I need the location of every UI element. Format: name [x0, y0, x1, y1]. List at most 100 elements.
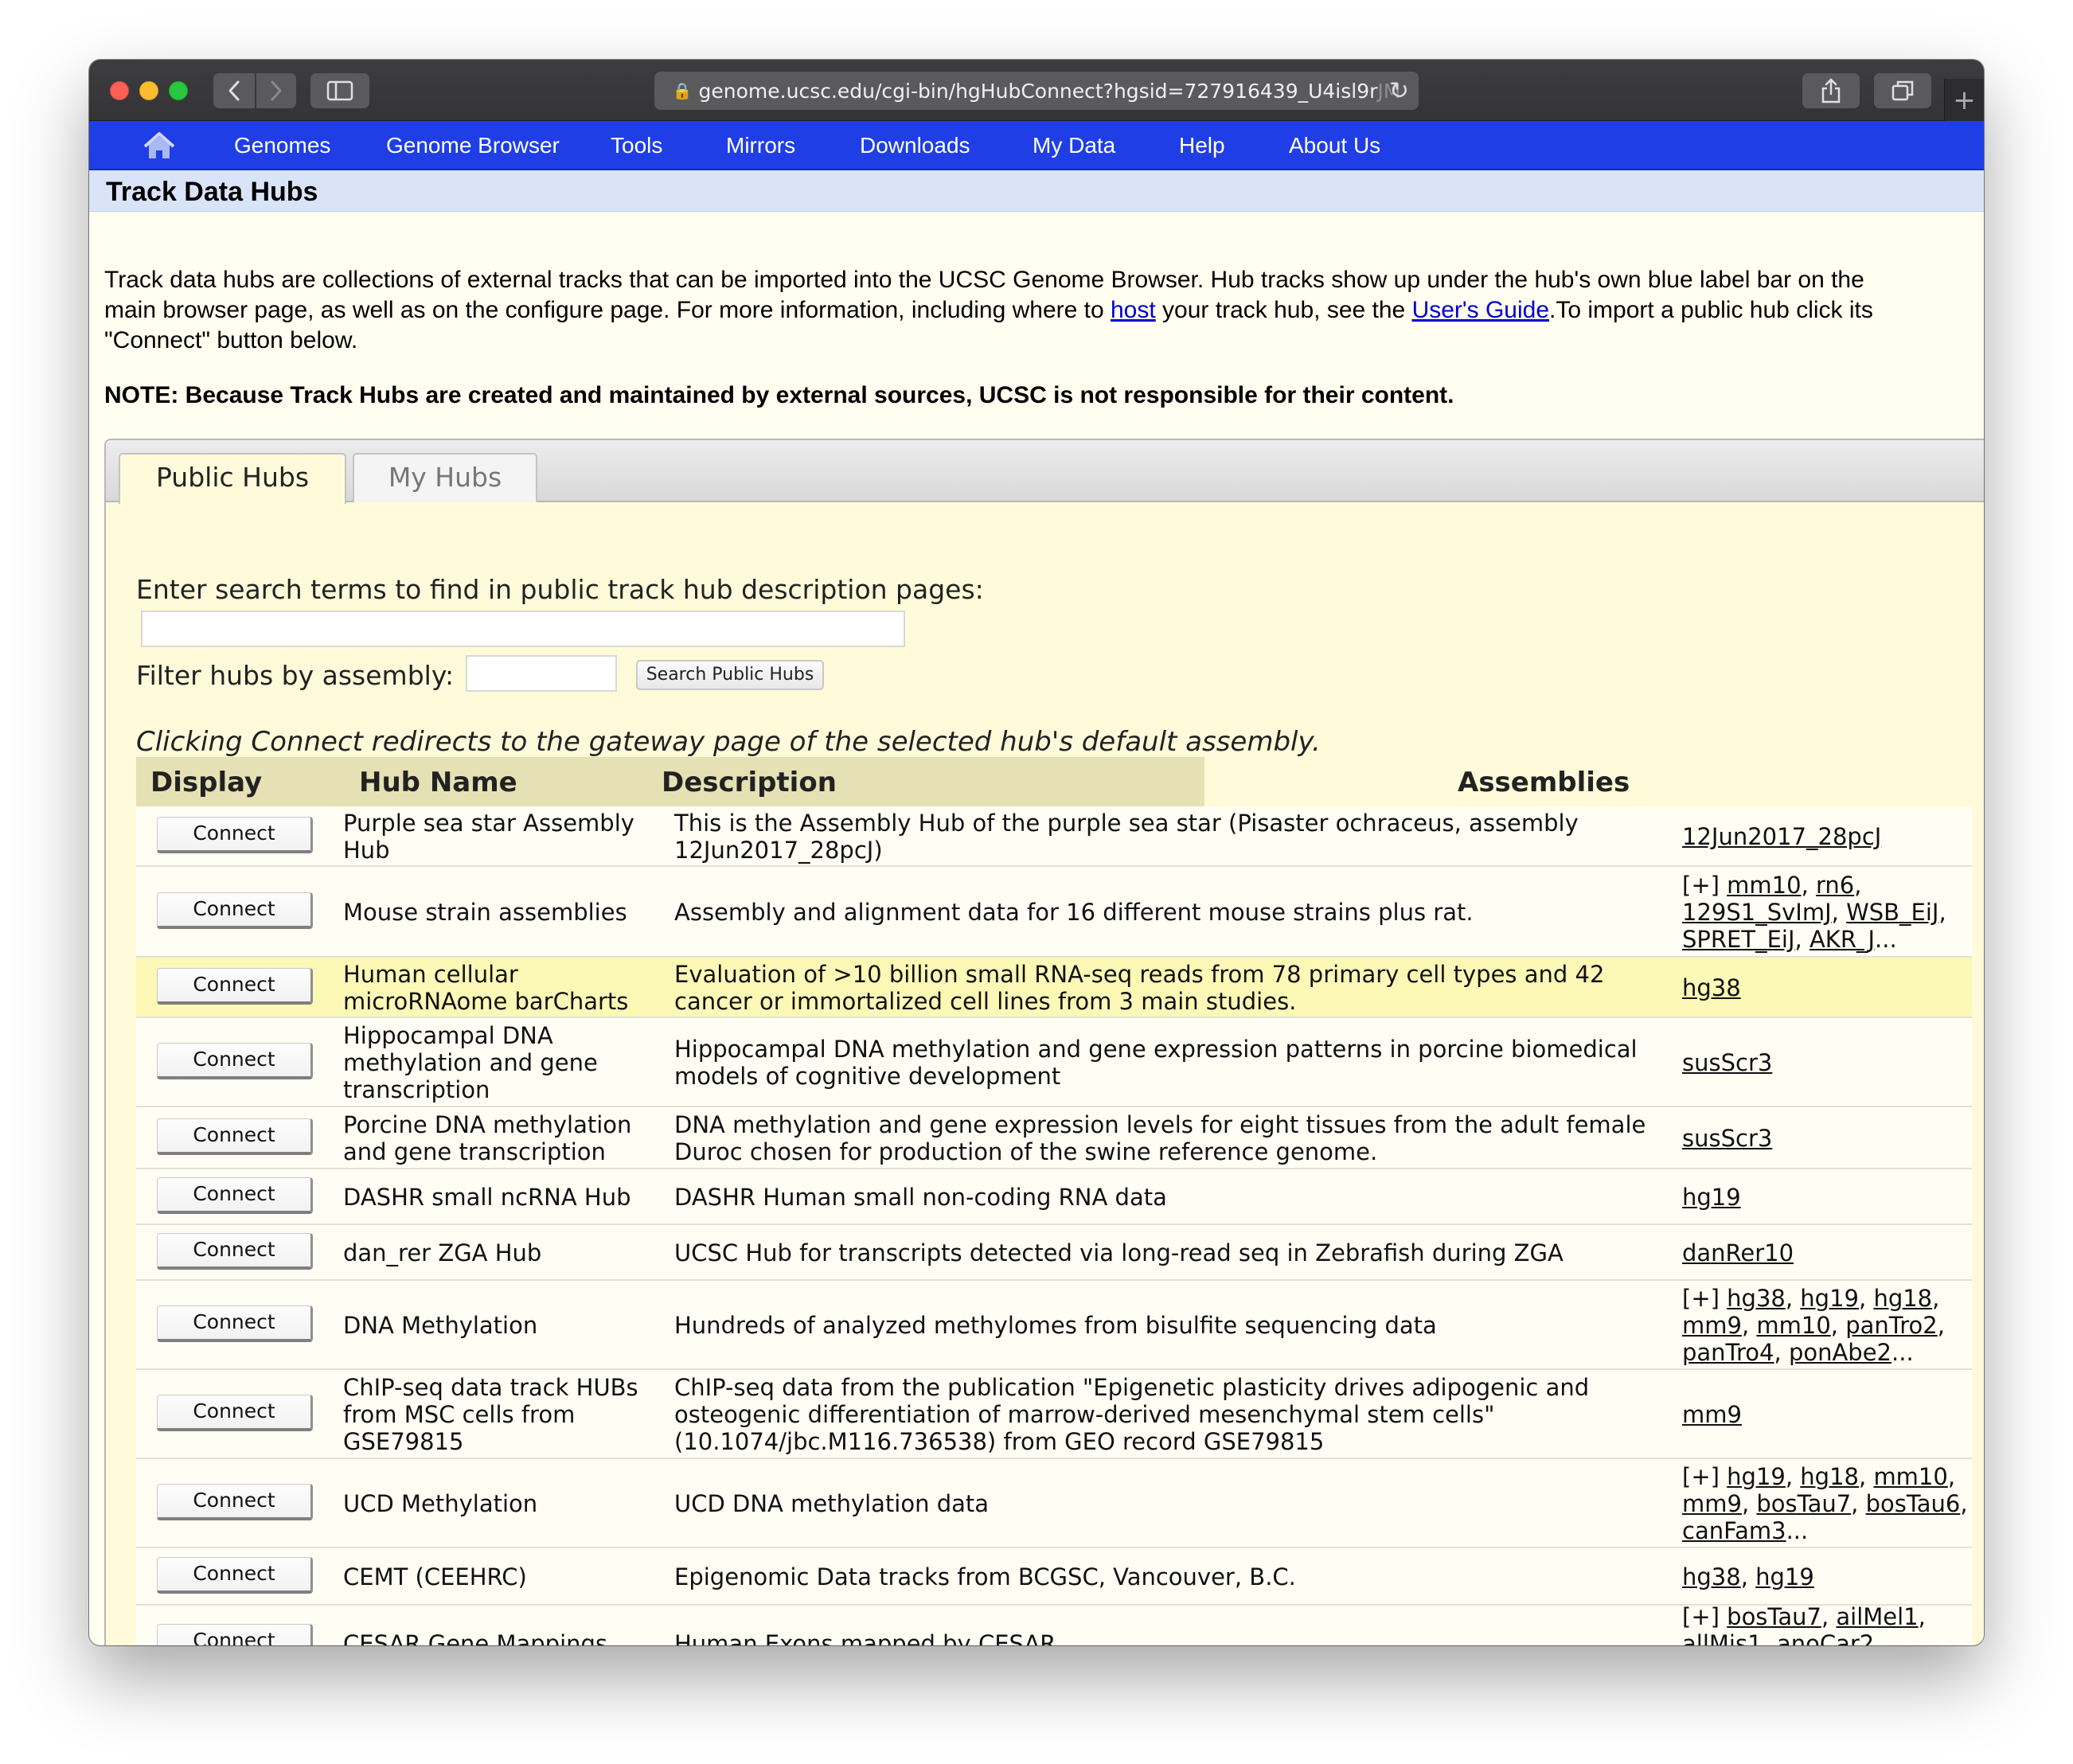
- hub-name-cell: CESAR Gene Mappings: [343, 1630, 608, 1645]
- connect-button[interactable]: Connect: [157, 1484, 313, 1520]
- close-window-button[interactable]: [110, 81, 129, 100]
- nav-downloads[interactable]: Downloads: [860, 121, 970, 170]
- users-guide-link[interactable]: User's Guide: [1412, 297, 1549, 323]
- assembly-link[interactable]: hg38: [1727, 1285, 1786, 1312]
- page-title-bar: Track Data Hubs: [89, 170, 1984, 212]
- tab-overview-button[interactable]: [1874, 73, 1931, 108]
- home-icon[interactable]: [142, 131, 177, 161]
- tab-public-hubs[interactable]: Public Hubs: [119, 453, 346, 504]
- intro-line-2-text-b: your track hub, see the: [1155, 297, 1412, 323]
- assembly-link[interactable]: mm10: [1756, 1312, 1830, 1339]
- search-public-hubs-button[interactable]: Search Public Hubs: [636, 660, 824, 690]
- expand-toggle[interactable]: [+]: [1682, 1285, 1727, 1312]
- connect-button[interactable]: Connect: [157, 892, 313, 929]
- hub-name-cell: Human cellular microRNAome barCharts: [343, 961, 629, 1015]
- reload-icon[interactable]: ↻: [1389, 77, 1409, 105]
- assembly-link[interactable]: danRer10: [1682, 1239, 1794, 1266]
- header-hub-name[interactable]: Hub Name: [359, 767, 517, 798]
- header-assemblies[interactable]: Assemblies: [1458, 767, 1630, 798]
- assembly-link[interactable]: anoCar2: [1777, 1630, 1874, 1645]
- separator: ,: [1854, 872, 1862, 899]
- share-button[interactable]: [1802, 73, 1860, 108]
- assembly-link[interactable]: bosTau7: [1756, 1490, 1851, 1517]
- assembly-link[interactable]: mm9: [1682, 1490, 1742, 1517]
- address-bar[interactable]: 🔒 genome.ucsc.edu/cgi-bin/hgHubConnect?h…: [654, 72, 1419, 110]
- assembly-link[interactable]: hg18: [1800, 1463, 1859, 1490]
- assembly-link[interactable]: ailMel1: [1836, 1603, 1918, 1630]
- new-tab-button[interactable]: +: [1944, 79, 1984, 121]
- minimize-window-button[interactable]: [139, 81, 158, 100]
- back-button[interactable]: [213, 73, 255, 108]
- assembly-link[interactable]: hg38: [1682, 1563, 1741, 1590]
- tab-strip: Public Hubs My Hubs: [106, 440, 1984, 504]
- nav-genome-browser[interactable]: Genome Browser: [386, 121, 560, 170]
- browser-toolbar: 🔒 genome.ucsc.edu/cgi-bin/hgHubConnect?h…: [89, 60, 1984, 121]
- assembly-link[interactable]: 12Jun2017_28pcJ: [1682, 823, 1881, 850]
- hub-name-cell: Mouse strain assemblies: [343, 899, 627, 926]
- assembly-link[interactable]: hg19: [1755, 1563, 1814, 1590]
- connect-button[interactable]: Connect: [157, 1395, 313, 1431]
- assembly-link[interactable]: SPRET_EiJ: [1682, 926, 1795, 953]
- separator: ,: [1960, 1490, 1968, 1517]
- hub-name-cell: Hippocampal DNA methylation and gene trans…: [343, 1022, 598, 1103]
- connect-button[interactable]: Connect: [157, 817, 313, 853]
- host-link[interactable]: host: [1111, 297, 1156, 323]
- assembly-link[interactable]: mm9: [1682, 1312, 1742, 1339]
- assembly-link[interactable]: AKR_J: [1809, 926, 1875, 953]
- separator: ,: [1937, 1312, 1945, 1339]
- assembly-link[interactable]: bosTau7: [1727, 1603, 1821, 1630]
- nav-tools[interactable]: Tools: [611, 121, 662, 170]
- connect-button[interactable]: Connect: [157, 1557, 313, 1594]
- description-cell: Evaluation of >10 billion small RNA-seq …: [674, 961, 1605, 1015]
- assemblies-cell: [+] hg19, hg18, mm10, mm9, bosTau7, bosTa…: [1682, 1463, 1972, 1544]
- assembly-link[interactable]: 129S1_SvImJ: [1682, 899, 1832, 926]
- connect-button[interactable]: Connect: [157, 1043, 313, 1079]
- assembly-link[interactable]: susScr3: [1682, 1049, 1772, 1076]
- assembly-link[interactable]: mm10: [1873, 1463, 1947, 1490]
- connect-button[interactable]: Connect: [157, 1118, 313, 1155]
- tab-my-hubs[interactable]: My Hubs: [353, 453, 537, 502]
- connect-button[interactable]: Connect: [157, 1305, 313, 1342]
- expand-toggle[interactable]: [+]: [1682, 1603, 1727, 1630]
- assembly-link[interactable]: mm10: [1727, 872, 1801, 899]
- assembly-link[interactable]: canFam3: [1682, 1517, 1786, 1544]
- nav-my-data[interactable]: My Data: [1033, 121, 1115, 170]
- table-row: Connect Porcine DNA methylation and gene t…: [136, 1107, 1972, 1169]
- nav-genomes[interactable]: Genomes: [234, 121, 330, 170]
- header-description[interactable]: Description: [662, 767, 837, 798]
- assembly-link[interactable]: hg19: [1800, 1285, 1859, 1312]
- assemblies-cell: 12Jun2017_28pcJ: [1682, 823, 1972, 850]
- assembly-link[interactable]: ponAbe2: [1789, 1339, 1891, 1366]
- connect-button[interactable]: Connect: [157, 968, 313, 1005]
- assembly-filter-input[interactable]: [466, 655, 617, 692]
- nav-about-us[interactable]: About Us: [1289, 121, 1380, 170]
- assembly-link[interactable]: panTro4: [1682, 1339, 1774, 1366]
- assembly-link[interactable]: hg18: [1873, 1285, 1932, 1312]
- connect-button[interactable]: Connect: [157, 1177, 313, 1214]
- connect-button[interactable]: Connect: [157, 1624, 313, 1645]
- nav-mirrors[interactable]: Mirrors: [726, 121, 795, 170]
- assembly-link[interactable]: bosTau6: [1866, 1490, 1961, 1517]
- assembly-link[interactable]: hg19: [1727, 1463, 1786, 1490]
- assembly-link[interactable]: rn6: [1816, 872, 1854, 899]
- assembly-link[interactable]: WSB_EiJ: [1846, 899, 1938, 926]
- intro-line-2-text-c: .To import a public hub click its: [1549, 297, 1873, 323]
- zoom-window-button[interactable]: [169, 81, 188, 100]
- assembly-link[interactable]: hg19: [1682, 1184, 1741, 1211]
- assembly-link[interactable]: susScr3: [1682, 1125, 1772, 1152]
- assembly-link[interactable]: allMis1: [1682, 1630, 1763, 1645]
- expand-toggle[interactable]: [+]: [1682, 1463, 1727, 1490]
- nav-help[interactable]: Help: [1179, 121, 1225, 170]
- separator: ,: [1774, 1339, 1789, 1366]
- forward-button[interactable]: [256, 73, 296, 108]
- separator: ,: [1785, 1285, 1801, 1312]
- search-input[interactable]: [141, 611, 905, 647]
- sidebar-toggle-button[interactable]: [310, 73, 369, 108]
- connect-button[interactable]: Connect: [157, 1233, 313, 1270]
- assemblies-cell: susScr3: [1682, 1125, 1972, 1152]
- assembly-link[interactable]: panTro2: [1845, 1312, 1938, 1339]
- assembly-link[interactable]: hg38: [1682, 974, 1741, 1001]
- separator: ,: [1831, 899, 1847, 926]
- expand-toggle[interactable]: [+]: [1682, 872, 1727, 899]
- assembly-link[interactable]: mm9: [1682, 1401, 1742, 1428]
